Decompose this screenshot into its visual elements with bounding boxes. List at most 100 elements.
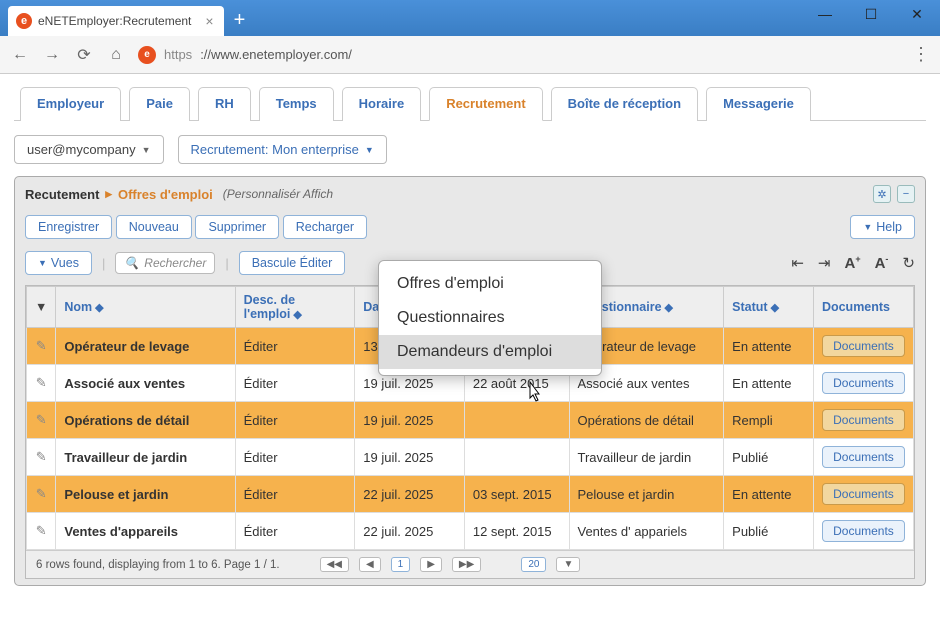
font-decrease-icon[interactable]: A- xyxy=(875,254,889,272)
dropdown-item[interactable]: Questionnaires xyxy=(379,301,601,335)
cell-statut: En attente xyxy=(724,365,814,402)
font-increase-icon[interactable]: A+ xyxy=(844,254,860,272)
cell-nom: Pelouse et jardin xyxy=(56,476,235,513)
browser-menu-icon[interactable]: ⋮ xyxy=(912,44,930,65)
documents-button[interactable]: Documents xyxy=(822,446,905,468)
indent-left-icon[interactable]: ⇤ xyxy=(791,254,804,272)
help-button[interactable]: ▼ Help xyxy=(850,215,915,239)
browser-tab[interactable]: e eNETEmployer:Recrutement × xyxy=(8,6,224,36)
tab-bo-te-de-r-ception[interactable]: Boîte de réception xyxy=(551,87,698,121)
documents-button[interactable]: Documents xyxy=(822,335,905,357)
pager-first-button[interactable]: ◀◀ xyxy=(320,557,349,572)
pager-last-button[interactable]: ▶▶ xyxy=(452,557,481,572)
panel-collapse-icon[interactable]: − xyxy=(897,185,915,203)
tab-horaire[interactable]: Horaire xyxy=(342,87,422,121)
new-tab-button[interactable]: + xyxy=(234,9,246,32)
filter-icon[interactable]: ▼ xyxy=(27,287,56,328)
col-desc-label: Desc. de l'emploi xyxy=(244,293,295,321)
help-label: Help xyxy=(876,220,902,234)
table-row[interactable]: ✎Pelouse et jardinÉditer22 juil. 202503 … xyxy=(27,476,914,513)
pager-summary: 6 rows found, displaying from 1 to 6. Pa… xyxy=(36,559,280,571)
cell-nom: Associé aux ventes xyxy=(56,365,235,402)
url-bar[interactable]: e https://www.enetemployer.com/ xyxy=(138,46,900,64)
edit-row-icon[interactable]: ✎ xyxy=(27,328,56,365)
nav-home-icon[interactable]: ⌂ xyxy=(106,46,126,64)
tab-paie[interactable]: Paie xyxy=(129,87,190,121)
edit-row-icon[interactable]: ✎ xyxy=(27,439,56,476)
pager-prev-button[interactable]: ◀ xyxy=(359,557,381,572)
cell-desc-link[interactable]: Éditer xyxy=(235,365,355,402)
window-minimize-icon[interactable]: — xyxy=(802,0,848,28)
cell-desc-link[interactable]: Éditer xyxy=(235,439,355,476)
nouveau-button[interactable]: Nouveau xyxy=(116,215,192,239)
window-close-icon[interactable]: ✕ xyxy=(894,0,940,28)
col-desc[interactable]: Desc. de l'emploi◆ xyxy=(235,287,355,328)
edit-row-icon[interactable]: ✎ xyxy=(27,513,56,550)
cell-nom: Ventes d'appareils xyxy=(56,513,235,550)
table-row[interactable]: ✎Ventes d'appareilsÉditer22 juil. 202512… xyxy=(27,513,914,550)
panel-header: Recutement ▸ Offres d'emploi (Personnali… xyxy=(15,177,925,211)
sort-icon: ◆ xyxy=(293,309,301,321)
breadcrumb-current[interactable]: Offres d'emploi xyxy=(118,187,213,202)
documents-button[interactable]: Documents xyxy=(822,483,905,505)
cell-nom: Opérateur de levage xyxy=(56,328,235,365)
tab-rh[interactable]: RH xyxy=(198,87,251,121)
documents-button[interactable]: Documents xyxy=(822,372,905,394)
search-placeholder: Rechercher xyxy=(144,256,206,270)
refresh-icon[interactable]: ↻ xyxy=(902,254,915,272)
documents-button[interactable]: Documents xyxy=(822,520,905,542)
breadcrumb-paren[interactable]: (Personnalisér Affich xyxy=(223,187,333,201)
table-row[interactable]: ✎Opérations de détailÉditer19 juil. 2025… xyxy=(27,402,914,439)
indent-right-icon[interactable]: ⇥ xyxy=(818,254,831,272)
table-row[interactable]: ✎Travailleur de jardinÉditer19 juil. 202… xyxy=(27,439,914,476)
cell-fermer-date: 03 sept. 2015 xyxy=(464,476,569,513)
nav-reload-icon[interactable]: ⟳ xyxy=(74,45,94,65)
browser-toolbar: ← → ⟳ ⌂ e https://www.enetemployer.com/ … xyxy=(0,36,940,74)
user-dropdown[interactable]: user@mycompany ▼ xyxy=(14,135,164,164)
tab-close-icon[interactable]: × xyxy=(205,13,213,29)
panel-settings-icon[interactable]: ✲ xyxy=(873,185,891,203)
pager-size-caret[interactable]: ▼ xyxy=(556,557,580,572)
cell-date-cloture: 19 juil. 2025 xyxy=(355,439,465,476)
dropdown-item[interactable]: Offres d'emploi xyxy=(379,267,601,301)
documents-button[interactable]: Documents xyxy=(822,409,905,431)
cell-desc-link[interactable]: Éditer xyxy=(235,476,355,513)
edit-row-icon[interactable]: ✎ xyxy=(27,402,56,439)
pager-page-input[interactable]: 1 xyxy=(391,557,411,572)
window-controls: — ☐ ✕ xyxy=(802,0,940,28)
search-input[interactable]: 🔍 Rechercher xyxy=(115,252,215,274)
cell-date-cloture: 22 juil. 2025 xyxy=(355,513,465,550)
col-documents[interactable]: Documents xyxy=(813,287,913,328)
company-dropdown[interactable]: Recrutement: Mon enterprise ▼ xyxy=(178,135,387,164)
caret-down-icon: ▼ xyxy=(365,145,374,155)
caret-down-icon: ▼ xyxy=(38,258,47,268)
pager-next-button[interactable]: ▶ xyxy=(420,557,442,572)
bascule-editer-button[interactable]: Bascule Éditer xyxy=(239,251,346,275)
enregistrer-button[interactable]: Enregistrer xyxy=(25,215,112,239)
recharger-button[interactable]: Recharger xyxy=(283,215,367,239)
pager-size-select[interactable]: 20 xyxy=(521,557,546,572)
cell-desc-link[interactable]: Éditer xyxy=(235,513,355,550)
dropdown-item[interactable]: Demandeurs d'emploi xyxy=(379,335,601,369)
nav-back-icon[interactable]: ← xyxy=(10,46,30,64)
cell-statut: Publié xyxy=(724,513,814,550)
cell-desc-link[interactable]: Éditer xyxy=(235,402,355,439)
tab-temps[interactable]: Temps xyxy=(259,87,334,121)
pager: 6 rows found, displaying from 1 to 6. Pa… xyxy=(26,550,914,578)
url-scheme: https xyxy=(164,47,192,62)
vues-dropdown[interactable]: ▼ Vues xyxy=(25,251,92,275)
edit-row-icon[interactable]: ✎ xyxy=(27,365,56,402)
tab-messagerie[interactable]: Messagerie xyxy=(706,87,811,121)
company-dropdown-label: Recrutement: Mon enterprise xyxy=(191,142,359,157)
cell-nom: Opérations de détail xyxy=(56,402,235,439)
nav-forward-icon[interactable]: → xyxy=(42,46,62,64)
col-statut[interactable]: Statut◆ xyxy=(724,287,814,328)
edit-row-icon[interactable]: ✎ xyxy=(27,476,56,513)
col-nom[interactable]: Nom◆ xyxy=(56,287,235,328)
window-maximize-icon[interactable]: ☐ xyxy=(848,0,894,28)
supprimer-button[interactable]: Supprimer xyxy=(195,215,279,239)
tab-recrutement[interactable]: Recrutement xyxy=(429,87,542,121)
cell-questionnaire: Opérations de détail xyxy=(569,402,724,439)
cell-desc-link[interactable]: Éditer xyxy=(235,328,355,365)
tab-employeur[interactable]: Employeur xyxy=(20,87,121,121)
